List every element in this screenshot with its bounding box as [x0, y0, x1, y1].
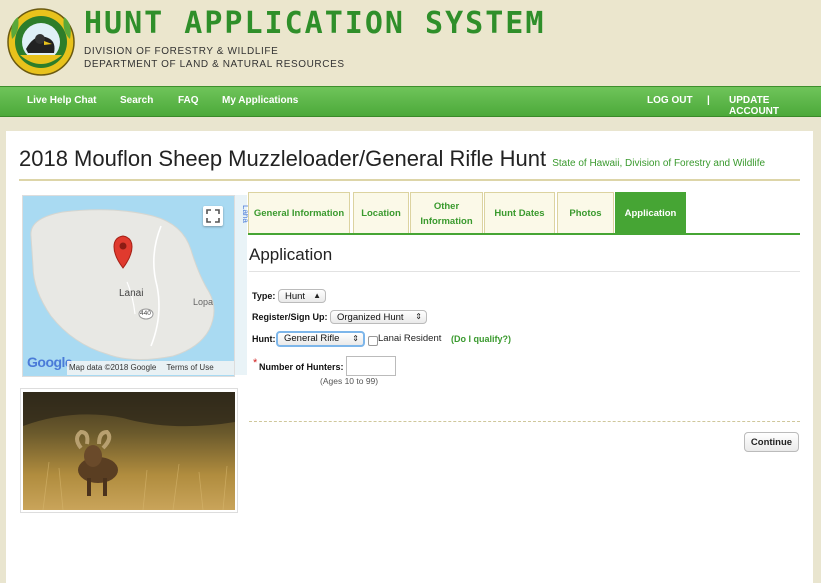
- tab-general-information[interactable]: General Information: [248, 192, 350, 234]
- map-data-credit: Map data ©2018 Google: [69, 363, 157, 372]
- tab-application[interactable]: Application: [615, 192, 686, 234]
- location-map[interactable]: Lanai Lopa 440 Google Map data ©2018 Goo…: [22, 195, 235, 377]
- section-divider: [249, 271, 800, 272]
- map-attribution: Map data ©2018 Google Terms of Use: [67, 361, 234, 375]
- dlnr-logo[interactable]: [6, 3, 77, 80]
- register-select[interactable]: Organized Hunt ⇕: [330, 310, 427, 324]
- number-of-hunters-input[interactable]: [346, 356, 396, 376]
- tab-other-information[interactable]: Other Information: [410, 192, 483, 234]
- tab-label-line1: Other: [433, 200, 460, 212]
- nav-logout[interactable]: LOG OUT: [647, 95, 693, 106]
- nav-search[interactable]: Search: [120, 95, 153, 106]
- tab-label: General Information: [253, 208, 345, 219]
- type-select-value: Hunt: [285, 291, 306, 302]
- form-divider: [249, 421, 800, 422]
- nav-live-help-chat[interactable]: Live Help Chat: [27, 95, 96, 106]
- tab-underline: [248, 233, 800, 235]
- required-marker: *: [253, 357, 258, 369]
- site-title: HUNT APPLICATION SYSTEM: [84, 6, 546, 41]
- page-title: 2018 Mouflon Sheep Muzzleloader/General …: [19, 146, 765, 172]
- map-island-label: Lanai: [119, 288, 144, 299]
- fullscreen-button[interactable]: [203, 206, 223, 226]
- select-arrows-icon: ⇕: [415, 312, 422, 321]
- fullscreen-icon: [206, 209, 220, 223]
- register-select-value: Organized Hunt: [337, 312, 404, 323]
- select-arrows-icon: ⇕: [352, 334, 359, 343]
- map-edge-strip: Laha: [235, 195, 250, 375]
- site-header: HUNT APPLICATION SYSTEM DIVISION OF FORE…: [0, 0, 821, 86]
- terms-of-use-link[interactable]: Terms of Use: [167, 363, 214, 372]
- lanai-resident-checkbox[interactable]: [368, 336, 378, 346]
- division-subtitle: DIVISION OF FORESTRY & WILDLIFE: [84, 46, 279, 57]
- do-i-qualify-link[interactable]: (Do I qualify?): [451, 334, 511, 344]
- nav-separator: |: [707, 95, 710, 106]
- mouflon-photo: [23, 392, 235, 510]
- section-title: Application: [249, 245, 333, 264]
- tab-location[interactable]: Location: [353, 192, 409, 234]
- tab-label: Location: [361, 208, 401, 219]
- title-divider: [19, 179, 800, 181]
- map-town-label: Lopa: [193, 297, 214, 307]
- tab-label: Hunt Dates: [494, 208, 545, 219]
- nav-faq[interactable]: FAQ: [178, 95, 199, 106]
- hunt-title: 2018 Mouflon Sheep Muzzleloader/General …: [19, 146, 547, 171]
- number-of-hunters-label: Number of Hunters:: [259, 362, 344, 372]
- hunt-select-value: General Rifle: [284, 333, 340, 344]
- register-label: Register/Sign Up:: [252, 312, 328, 322]
- type-label: Type:: [252, 291, 276, 301]
- hunt-select[interactable]: General Rifle ⇕: [276, 331, 365, 347]
- continue-button[interactable]: Continue: [744, 432, 799, 452]
- main-nav: Live Help Chat Search FAQ My Application…: [0, 86, 821, 117]
- hunt-label: Hunt:: [252, 334, 276, 344]
- tab-label-line2: Information: [420, 215, 473, 227]
- type-select[interactable]: Hunt ▲: [278, 289, 326, 303]
- nav-my-applications[interactable]: My Applications: [222, 95, 298, 106]
- tab-label: Application: [624, 208, 677, 219]
- department-subtitle: DEPARTMENT OF LAND & NATURAL RESOURCES: [84, 59, 345, 70]
- agency-link[interactable]: State of Hawaii, Division of Forestry an…: [552, 158, 765, 169]
- tab-photos[interactable]: Photos: [557, 192, 614, 234]
- lanai-resident-label: Lanai Resident: [378, 333, 442, 344]
- tab-hunt-dates[interactable]: Hunt Dates: [484, 192, 555, 234]
- tab-label: Photos: [569, 208, 602, 219]
- google-logo[interactable]: Google: [27, 354, 73, 370]
- map-road-label: 440: [140, 310, 151, 317]
- select-arrows-icon: ▲: [313, 291, 321, 300]
- content-panel: 2018 Mouflon Sheep Muzzleloader/General …: [6, 131, 813, 583]
- nav-update-account[interactable]: UPDATE ACCOUNT: [729, 95, 821, 117]
- ages-note: (Ages 10 to 99): [320, 376, 379, 386]
